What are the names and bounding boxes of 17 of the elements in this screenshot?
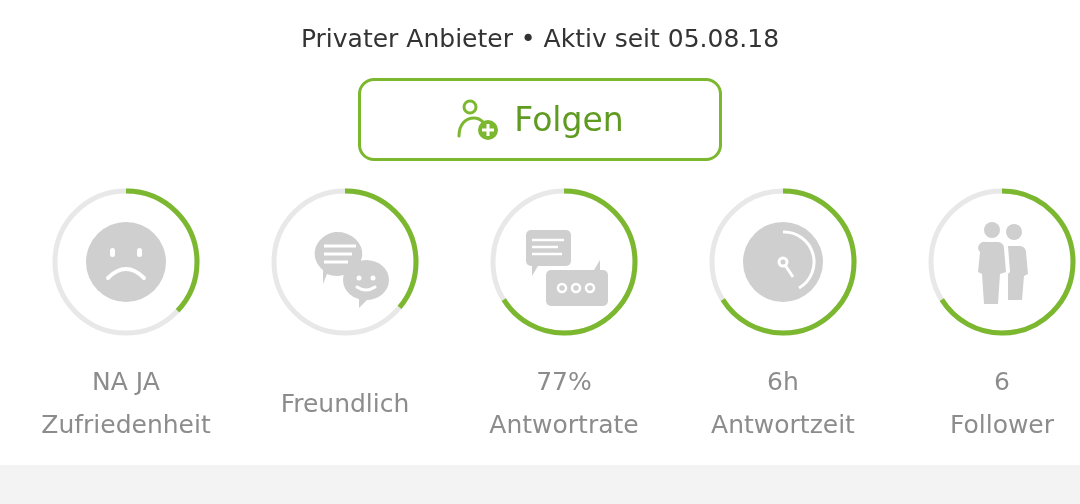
- add-person-icon: [456, 97, 501, 142]
- stat-label: Antwortzeit: [711, 409, 855, 441]
- message-bubbles-icon: [526, 230, 608, 306]
- stat-label: Zufriedenheit: [41, 409, 211, 441]
- stat-label: NA JA: [92, 366, 160, 398]
- stat-label: 6: [994, 366, 1010, 398]
- clock-icon: [743, 222, 823, 302]
- seller-info: Privater Anbieter • Aktiv seit 05.08.18: [300, 24, 780, 53]
- stat-label: 6h: [767, 366, 799, 398]
- sad-face-icon: [86, 222, 166, 302]
- people-icon: [978, 222, 1028, 304]
- chat-bubbles-icon: [314, 231, 389, 308]
- stat-label: Freundlich: [280, 387, 410, 420]
- stat-label: 77%: [536, 366, 592, 398]
- follow-button[interactable]: Folgen: [358, 78, 722, 161]
- stat-label: Antwortrate: [489, 409, 639, 441]
- stat-label: Follower: [949, 409, 1055, 441]
